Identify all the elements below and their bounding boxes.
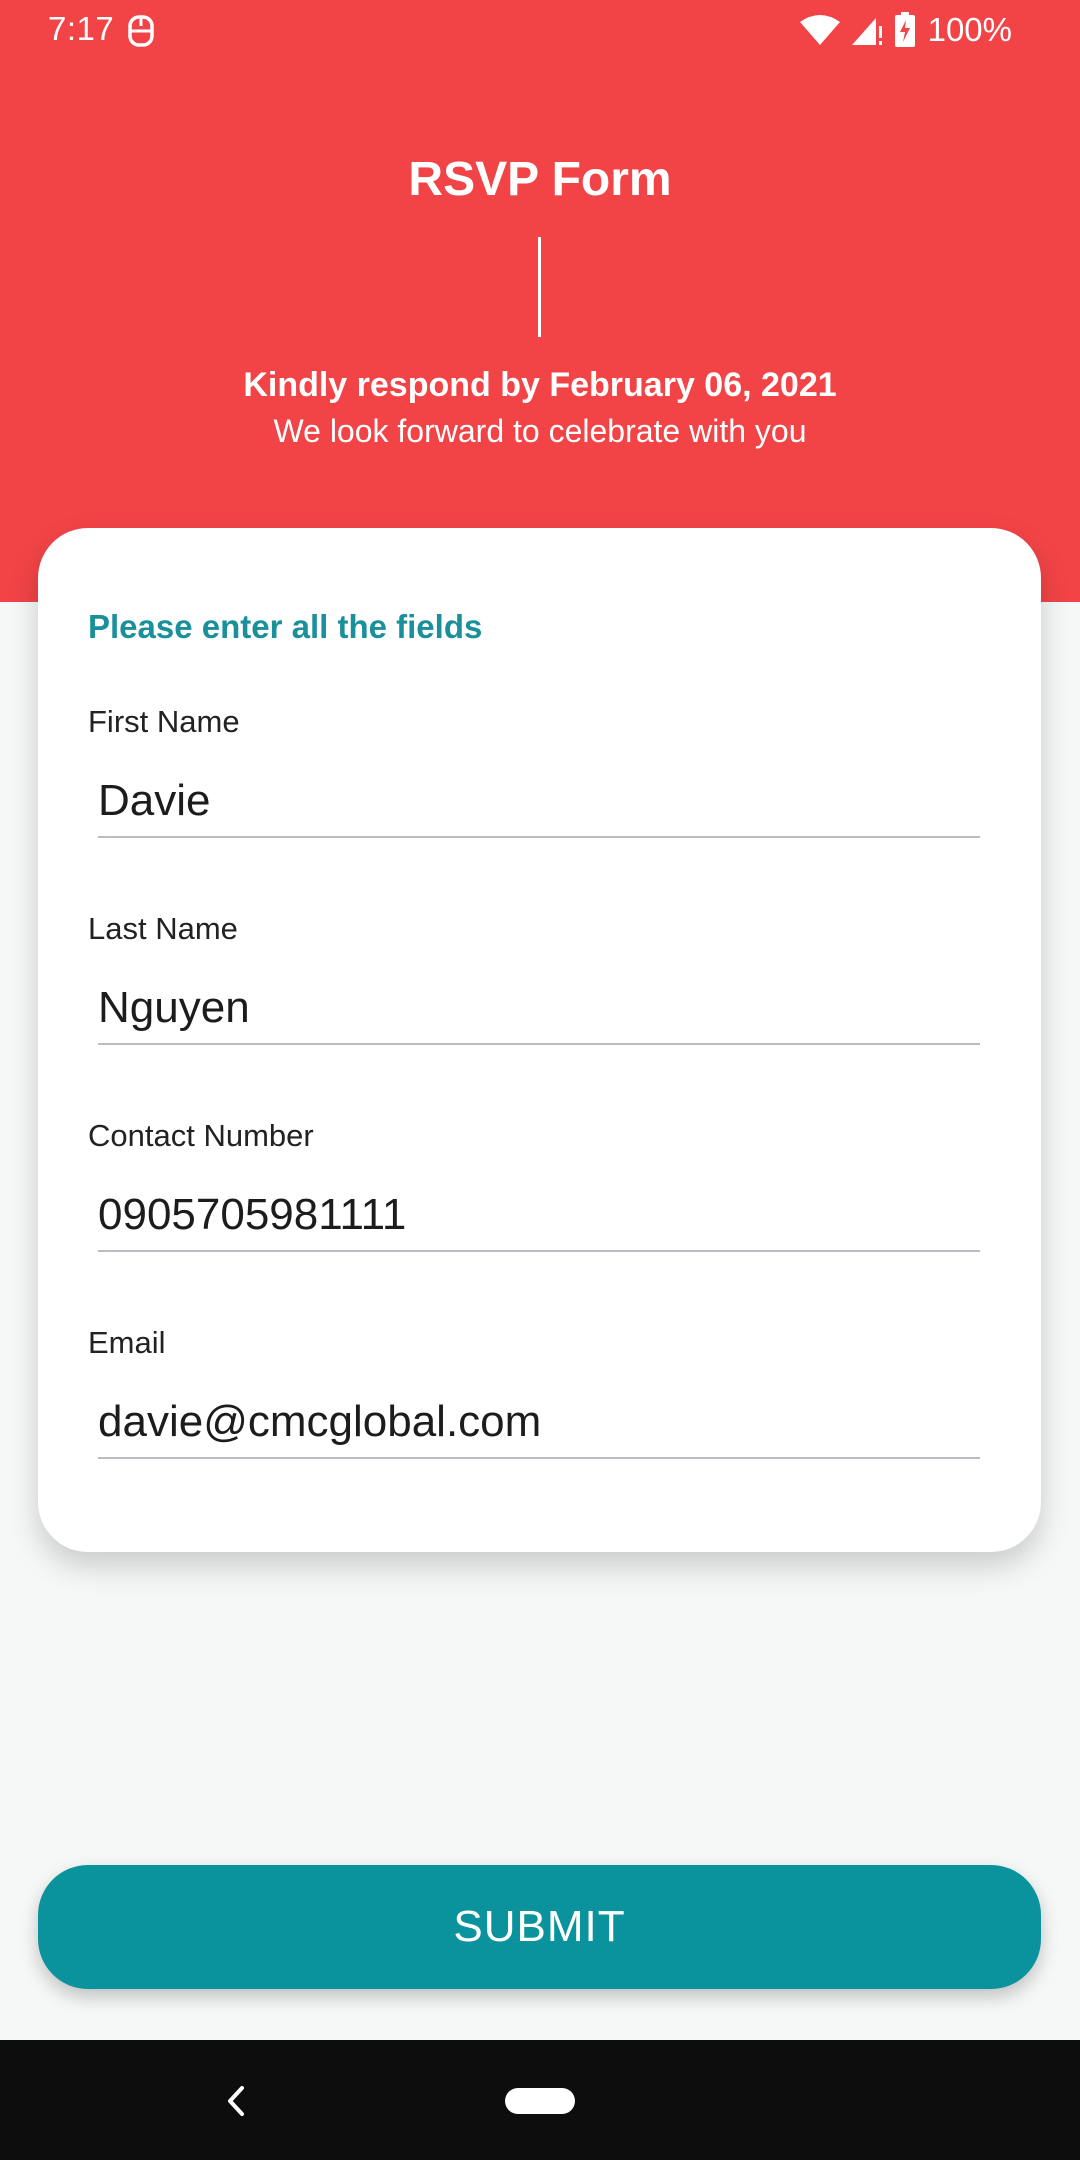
submit-button[interactable]: SUBMIT — [38, 1865, 1041, 1989]
email-label: Email — [88, 1325, 166, 1360]
status-bar: 7:17 100% — [0, 0, 1080, 60]
contact-number-input[interactable] — [98, 1180, 980, 1252]
contact-number-label: Contact Number — [88, 1118, 314, 1153]
wifi-icon — [799, 14, 840, 46]
home-icon[interactable] — [505, 2088, 575, 2114]
form-heading: Please enter all the fields — [88, 608, 483, 645]
last-name-label: Last Name — [88, 911, 238, 946]
status-time: 7:17 — [48, 10, 115, 47]
first-name-label: First Name — [88, 704, 240, 739]
cell-signal-icon — [850, 14, 884, 46]
battery-percentage: 100% — [927, 11, 1012, 48]
header-subtitle: We look forward to celebrate with you — [273, 413, 807, 449]
back-icon[interactable] — [222, 2084, 252, 2118]
form-card: Please enter all the fields First Name L… — [38, 528, 1041, 1552]
navigation-bar — [0, 2040, 1080, 2160]
first-name-input[interactable] — [98, 766, 980, 838]
email-input[interactable] — [98, 1387, 980, 1459]
notification-icon — [126, 14, 156, 48]
title-divider — [538, 237, 541, 337]
status-icons: 100% — [799, 8, 1012, 52]
page-title: RSVP Form — [408, 153, 672, 206]
respond-by-text: Kindly respond by February 06, 2021 — [243, 366, 837, 404]
battery-charging-icon — [894, 12, 916, 48]
last-name-input[interactable] — [98, 973, 980, 1045]
header-banner: 7:17 100% RSVP Form Kindly respond by Fe… — [0, 0, 1080, 602]
